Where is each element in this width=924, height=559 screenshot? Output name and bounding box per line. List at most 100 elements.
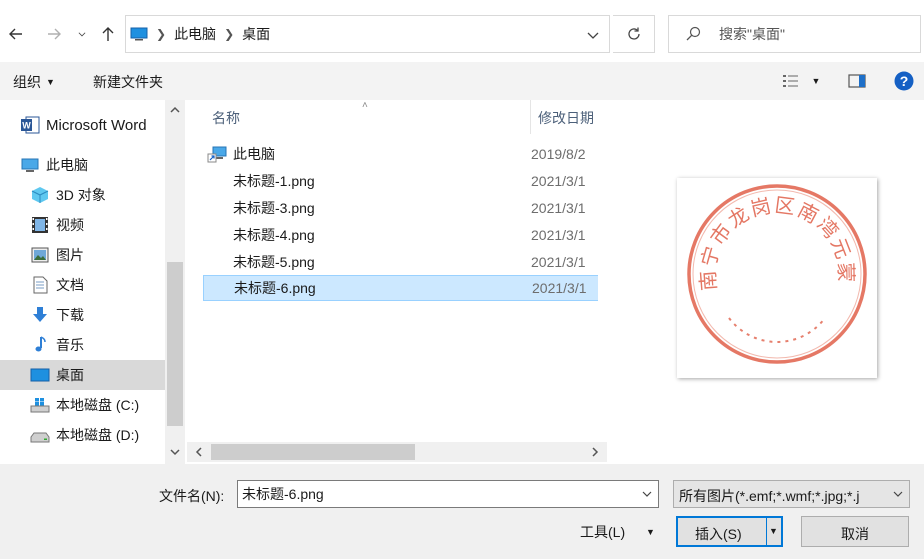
- preview-pane-toggle[interactable]: [846, 71, 868, 91]
- nav-item-videos[interactable]: 视频: [0, 210, 165, 240]
- scroll-up-arrow[interactable]: [165, 100, 185, 120]
- search-box[interactable]: 搜索"桌面": [668, 15, 921, 53]
- nav-item-this-pc[interactable]: 此电脑: [0, 150, 165, 180]
- nav-label: 桌面: [56, 367, 84, 383]
- nav-item-drive-c[interactable]: 本地磁盘 (C:): [0, 390, 165, 420]
- nav-label: 3D 对象: [56, 187, 106, 203]
- navigation-scrollbar[interactable]: [165, 100, 185, 464]
- scrollbar-thumb[interactable]: [211, 444, 415, 460]
- navigation-bar: ❯ 此电脑 ❯ 桌面 搜索"桌面": [0, 0, 924, 68]
- file-name: 此电脑: [233, 146, 275, 162]
- chevron-right-icon: ❯: [156, 27, 167, 41]
- file-date: 2019/8/2: [531, 146, 586, 162]
- drive-icon: [30, 426, 50, 444]
- nav-item-microsoft-word[interactable]: W Microsoft Word: [0, 110, 165, 140]
- nav-label: 图片: [56, 247, 84, 263]
- forward-button[interactable]: [42, 20, 66, 48]
- view-options-dropdown[interactable]: ▼: [808, 71, 824, 91]
- nav-label: 音乐: [56, 337, 84, 353]
- 3d-objects-icon: [30, 186, 50, 204]
- horizontal-scrollbar[interactable]: [187, 442, 607, 462]
- breadcrumb-this-pc[interactable]: 此电脑: [174, 24, 216, 44]
- back-button[interactable]: [4, 20, 28, 48]
- svg-text:?: ?: [900, 73, 909, 89]
- nav-item-documents[interactable]: 文档: [0, 270, 165, 300]
- desktop-icon: [30, 366, 50, 384]
- png-file-icon: [208, 279, 228, 297]
- chevron-up-icon: [170, 106, 180, 113]
- chevron-down-icon[interactable]: [640, 487, 654, 501]
- chevron-down-icon: [78, 32, 86, 37]
- nav-item-drive-d[interactable]: 本地磁盘 (D:): [0, 420, 165, 450]
- nav-item-music[interactable]: 音乐: [0, 330, 165, 360]
- filename-input[interactable]: [242, 484, 632, 504]
- nav-label: 下载: [56, 307, 84, 323]
- nav-label: Microsoft Word: [46, 116, 147, 134]
- search-icon: [686, 26, 701, 41]
- file-row[interactable]: 未标题-5.png 2021/3/1: [203, 249, 598, 275]
- nav-item-desktop[interactable]: 桌面: [0, 360, 165, 390]
- help-icon: ?: [894, 71, 914, 91]
- nav-label: 本地磁盘 (D:): [56, 427, 140, 443]
- arrow-right-icon: [48, 28, 61, 40]
- column-date-header[interactable]: 修改日期: [538, 108, 594, 128]
- preview-pane: 南宁市龙岗区南湾元蒙土公宴经营: [607, 100, 924, 464]
- up-button[interactable]: [96, 20, 120, 48]
- arrow-up-icon: [102, 27, 114, 41]
- computer-icon: [20, 156, 40, 174]
- caret-down-icon[interactable]: ▼: [646, 527, 655, 537]
- scroll-left-arrow[interactable]: [189, 442, 209, 462]
- refresh-button[interactable]: [613, 15, 655, 53]
- nav-item-downloads[interactable]: 下载: [0, 300, 165, 330]
- scroll-right-arrow[interactable]: [585, 442, 605, 462]
- pictures-icon: [30, 246, 50, 264]
- new-folder-button[interactable]: 新建文件夹: [93, 72, 163, 92]
- file-type-filter[interactable]: 所有图片(*.emf;*.wmf;*.jpg;*.j: [673, 480, 910, 508]
- nav-item-3d-objects[interactable]: 3D 对象: [0, 180, 165, 210]
- insert-button[interactable]: 插入(S) ▼: [676, 516, 783, 547]
- png-file-icon: [207, 199, 227, 217]
- dialog-footer: 文件名(N): 所有图片(*.emf;*.wmf;*.jpg;*.j 工具(L)…: [0, 464, 924, 559]
- chevron-down-icon: [893, 491, 903, 497]
- navigation-pane: W Microsoft Word 此电脑 3D 对象 视频 图片 文档 下载 音…: [0, 100, 187, 464]
- caret-down-icon: ▼: [46, 77, 55, 87]
- file-row-selected[interactable]: 未标题-6.png 2021/3/1: [203, 275, 598, 301]
- cancel-button[interactable]: 取消: [801, 516, 909, 547]
- chevron-down-icon: [170, 449, 180, 456]
- nav-item-pictures[interactable]: 图片: [0, 240, 165, 270]
- recent-locations-button[interactable]: [72, 20, 92, 48]
- change-view-button[interactable]: [780, 71, 802, 91]
- filename-combobox[interactable]: [237, 480, 659, 508]
- scrollbar-thumb[interactable]: [167, 262, 183, 426]
- file-type-filter-value: 所有图片(*.emf;*.wmf;*.jpg;*.j: [679, 488, 860, 504]
- chevron-right-icon: ❯: [224, 27, 235, 41]
- cancel-label: 取消: [841, 526, 869, 542]
- file-row[interactable]: 未标题-3.png 2021/3/1: [203, 195, 598, 221]
- file-row[interactable]: 未标题-4.png 2021/3/1: [203, 222, 598, 248]
- png-file-icon: [207, 226, 227, 244]
- breadcrumb-desktop[interactable]: 桌面: [242, 24, 270, 44]
- tools-menu[interactable]: 工具(L): [580, 522, 625, 542]
- file-name: 未标题-4.png: [233, 227, 315, 243]
- file-name: 未标题-6.png: [234, 280, 316, 296]
- address-bar[interactable]: ❯ 此电脑 ❯ 桌面: [125, 15, 610, 53]
- file-row[interactable]: 未标题-1.png 2021/3/1: [203, 168, 598, 194]
- help-button[interactable]: ?: [893, 71, 915, 91]
- arrow-left-icon: [9, 28, 22, 40]
- png-file-icon: [207, 172, 227, 190]
- computer-icon: [130, 27, 148, 41]
- music-icon: [30, 336, 50, 354]
- organize-menu[interactable]: 组织 ▼: [13, 72, 55, 92]
- scroll-down-arrow[interactable]: [165, 442, 185, 462]
- file-list-pane: ˄ 名称 修改日期 此电脑 2019/8/2 未标题-1.png 2021/3/…: [187, 100, 607, 464]
- navigation-tree: W Microsoft Word 此电脑 3D 对象 视频 图片 文档 下载 音…: [0, 100, 165, 464]
- column-name-header[interactable]: 名称: [212, 108, 240, 128]
- column-divider[interactable]: [530, 100, 531, 134]
- filename-label: 文件名(N):: [159, 488, 225, 504]
- file-date: 2021/3/1: [531, 254, 586, 270]
- file-row[interactable]: 此电脑 2019/8/2: [203, 141, 598, 167]
- caret-down-icon[interactable]: ▼: [769, 526, 778, 536]
- insert-label: 插入(S): [695, 526, 742, 542]
- caret-down-icon: ▼: [811, 76, 821, 86]
- chevron-down-icon[interactable]: [585, 27, 601, 43]
